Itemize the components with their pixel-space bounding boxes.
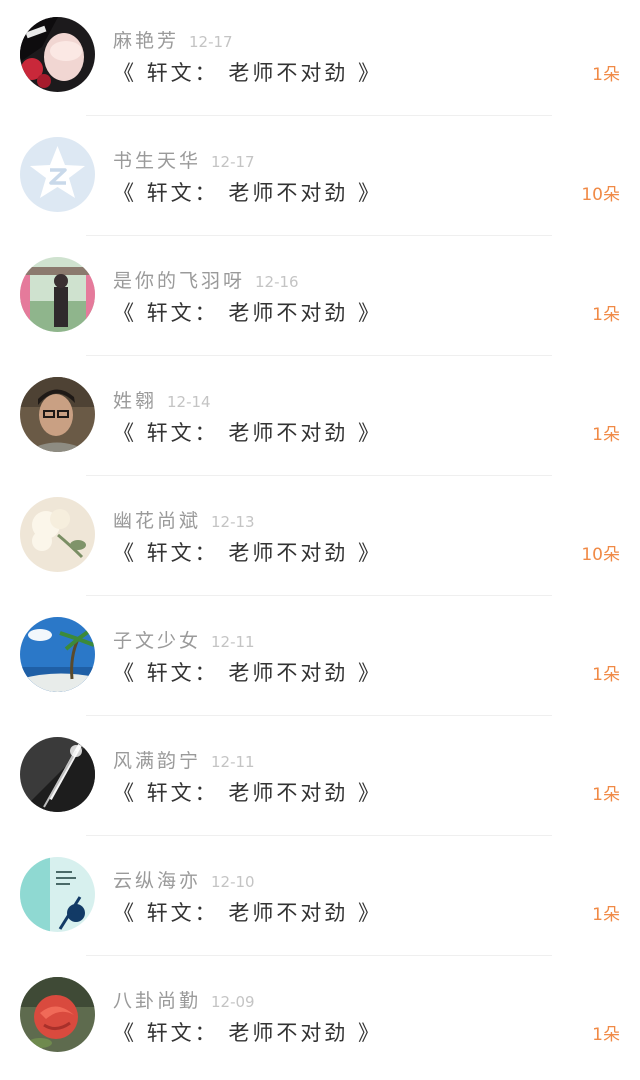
flower-count: 10朵 [581, 545, 620, 565]
flower-count: 1朵 [592, 665, 620, 685]
flower-count: 1朵 [592, 65, 620, 85]
flower-count: 1朵 [592, 905, 620, 925]
flower-count: 10朵 [581, 185, 620, 205]
user-name: 姓翱 12-14 [113, 390, 211, 412]
list-item[interactable]: 八卦尚勤 12-09 《 轩文： 老师不对劲 》 1朵 [0, 960, 640, 1080]
book-title: 《 轩文： 老师不对劲 》 [113, 301, 383, 325]
post-date: 12-11 [211, 753, 255, 771]
user-name: 是你的飞羽呀 12-16 [113, 270, 299, 292]
user-name: 八卦尚勤 12-09 [113, 990, 255, 1012]
user-name: 幽花尚斌 12-13 [113, 510, 255, 532]
flower-count: 1朵 [592, 1025, 620, 1045]
list-item[interactable]: 书生天华 12-17 《 轩文： 老师不对劲 》 10朵 [0, 120, 640, 240]
user-name: 麻艳芳 12-17 [113, 30, 233, 52]
book-title: 《 轩文： 老师不对劲 》 [113, 541, 383, 565]
user-name: 风满韵宁 12-11 [113, 750, 255, 772]
avatar[interactable] [20, 977, 95, 1052]
avatar[interactable] [20, 257, 95, 332]
divider [86, 355, 552, 356]
post-date: 12-17 [211, 153, 255, 171]
book-title: 《 轩文： 老师不对劲 》 [113, 1021, 383, 1045]
post-date: 12-09 [211, 993, 255, 1011]
list-item[interactable]: 姓翱 12-14 《 轩文： 老师不对劲 》 1朵 [0, 360, 640, 480]
avatar[interactable] [20, 17, 95, 92]
divider [86, 235, 552, 236]
book-title: 《 轩文： 老师不对劲 》 [113, 421, 383, 445]
list-item[interactable]: 子文少女 12-11 《 轩文： 老师不对劲 》 1朵 [0, 600, 640, 720]
divider [86, 475, 552, 476]
list-item[interactable]: 麻艳芳 12-17 《 轩文： 老师不对劲 》 1朵 [0, 0, 640, 120]
list-item[interactable]: 风满韵宁 12-11 《 轩文： 老师不对劲 》 1朵 [0, 720, 640, 840]
post-date: 12-10 [211, 873, 255, 891]
list-item[interactable]: 云纵海亦 12-10 《 轩文： 老师不对劲 》 1朵 [0, 840, 640, 960]
book-title: 《 轩文： 老师不对劲 》 [113, 781, 383, 805]
divider [86, 115, 552, 116]
list-item[interactable]: 是你的飞羽呀 12-16 《 轩文： 老师不对劲 》 1朵 [0, 240, 640, 360]
flower-count: 1朵 [592, 785, 620, 805]
avatar[interactable] [20, 497, 95, 572]
post-date: 12-11 [211, 633, 255, 651]
gift-record-list: 麻艳芳 12-17 《 轩文： 老师不对劲 》 1朵 书生天华 12-17 《 轩文… [0, 0, 640, 1076]
user-name: 书生天华 12-17 [113, 150, 255, 172]
post-date: 12-17 [189, 33, 233, 51]
avatar[interactable] [20, 737, 95, 812]
user-name: 云纵海亦 12-10 [113, 870, 255, 892]
divider [86, 835, 552, 836]
book-title: 《 轩文： 老师不对劲 》 [113, 181, 383, 205]
list-item[interactable]: 幽花尚斌 12-13 《 轩文： 老师不对劲 》 10朵 [0, 480, 640, 600]
post-date: 12-14 [167, 393, 211, 411]
divider [86, 595, 552, 596]
book-title: 《 轩文： 老师不对劲 》 [113, 901, 383, 925]
book-title: 《 轩文： 老师不对劲 》 [113, 61, 383, 85]
post-date: 12-13 [211, 513, 255, 531]
flower-count: 1朵 [592, 425, 620, 445]
avatar[interactable] [20, 377, 95, 452]
user-name: 子文少女 12-11 [113, 630, 255, 652]
flower-count: 1朵 [592, 305, 620, 325]
divider [86, 955, 552, 956]
post-date: 12-16 [255, 273, 299, 291]
avatar[interactable] [20, 137, 95, 212]
avatar[interactable] [20, 617, 95, 692]
avatar[interactable] [20, 857, 95, 932]
divider [86, 715, 552, 716]
book-title: 《 轩文： 老师不对劲 》 [113, 661, 383, 685]
